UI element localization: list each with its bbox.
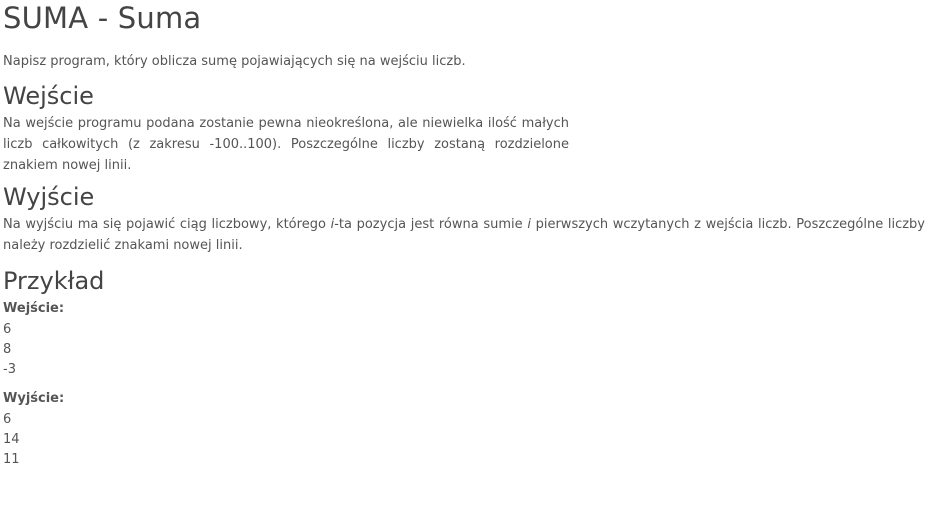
output-heading: Wyjście bbox=[3, 183, 95, 211]
example-output-line: 11 bbox=[3, 452, 20, 467]
problem-intro: Napisz program, który oblicza sumę pojaw… bbox=[3, 54, 466, 69]
example-input-label: Wejście: bbox=[3, 301, 65, 316]
example-output-line: 6 bbox=[3, 412, 12, 427]
example-input-line: -3 bbox=[3, 362, 16, 377]
example-output-block: 6 14 11 bbox=[3, 410, 928, 470]
example-heading: Przykład bbox=[3, 267, 105, 295]
page-title: SUMA - Suma bbox=[3, 1, 202, 35]
output-text-part1: Na wyjściu ma się pojawić ciąg liczbowy,… bbox=[3, 217, 331, 232]
example-input-block: 6 8 -3 bbox=[3, 320, 928, 380]
example-input-line: 6 bbox=[3, 322, 12, 337]
output-description: Na wyjściu ma się pojawić ciąg liczbowy,… bbox=[3, 214, 925, 256]
example-input-line: 8 bbox=[3, 342, 12, 357]
example-output-line: 14 bbox=[3, 432, 20, 447]
input-description: Na wejście programu podana zostanie pewn… bbox=[3, 116, 569, 173]
example-output-label: Wyjście: bbox=[3, 391, 65, 406]
output-text-part2: -ta pozycja jest równa sumie bbox=[334, 217, 528, 232]
problem-page: SUMA - Suma Napisz program, który oblicz… bbox=[0, 0, 931, 510]
input-heading: Wejście bbox=[3, 82, 94, 110]
